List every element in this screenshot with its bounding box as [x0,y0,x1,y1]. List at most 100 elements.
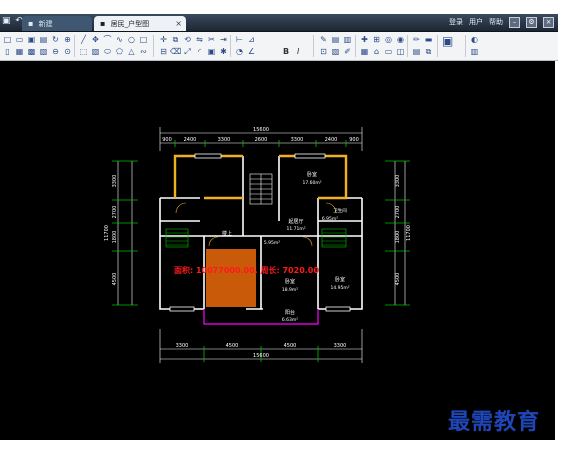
print-icon[interactable]: ▤ [38,34,49,45]
tab-drawing[interactable]: ▪ 居民_户型图_2007.dwg × [94,16,186,43]
zoom-in-icon[interactable]: ⊕ [62,34,73,45]
ellipse-icon[interactable]: ⬭ [102,46,113,57]
help-link[interactable]: 帮助 [489,17,503,28]
layers-icon[interactable]: ▦ [14,46,25,57]
edit-icon[interactable]: ✏ [411,34,422,45]
fillet-icon[interactable]: ◜ [194,46,205,57]
highlighted-walls [173,154,348,200]
measure-icon[interactable]: ⊡ [318,46,329,57]
room-label-bedroom-top: 卧室 [307,171,317,178]
view-tools[interactable]: ✚ ⊞ ◎ ◉ ▦ ⌂ ▭ ◫ [359,34,406,57]
room-area-bedroom-right: 14.95m² [330,285,349,291]
view-icon[interactable]: ◉ [395,34,406,45]
separator [355,35,356,57]
angle-dim-icon[interactable]: ∠ [246,46,257,57]
minimize-icon[interactable]: – [509,17,520,28]
image-icon[interactable]: ▩ [26,46,37,57]
block-icon[interactable]: ▣ [206,46,217,57]
compare-icon[interactable]: ⧉ [423,46,434,57]
copy-icon[interactable]: ⧉ [170,34,181,45]
modify-tools[interactable]: ✛ ⧉ ⟲ ⇋ ✂ ⇥ ⊟ ⌫ ⤢ ◜ ▣ ✱ [158,34,229,57]
trim-icon[interactable]: ✂ [206,34,217,45]
print-preview-icon[interactable]: ▣ [442,35,453,47]
polygon-icon[interactable]: ⬠ [114,46,125,57]
dimension-tools[interactable]: ⊢ ⊿ ◔ ∠ [234,34,257,57]
login-link[interactable]: 登录 [449,17,463,28]
room-label-living: 起居厅 [288,219,303,225]
mirror-icon[interactable]: ⇋ [194,34,205,45]
orbit-icon[interactable]: ◎ [383,34,394,45]
crosshair-icon[interactable]: ✚ [359,34,370,45]
dim-bottom-1: 3300 [176,343,189,349]
polyline-icon[interactable]: ∿ [114,34,125,45]
triangle-icon[interactable]: △ [126,46,137,57]
aligned-dim-icon[interactable]: ⊿ [246,34,257,45]
image-export-icon[interactable]: ▬ [423,34,434,45]
paste-icon[interactable]: ▥ [342,34,353,45]
color-picker-icon[interactable]: ◐ [469,34,480,45]
extend-icon[interactable]: ⇥ [218,34,229,45]
export-icon[interactable]: ▧ [38,46,49,57]
refresh-icon[interactable]: ↻ [50,34,61,45]
snap-icon[interactable]: ⊞ [371,34,382,45]
stairs [249,173,273,205]
dim-bottom-4: 3300 [334,343,347,349]
grid-icon[interactable]: ▦ [359,46,370,57]
brush-icon[interactable]: ✐ [342,46,353,57]
circle-icon[interactable]: ○ [126,34,137,45]
move-icon[interactable]: ✛ [158,34,169,45]
house-icon[interactable]: ⌂ [371,46,382,57]
line-icon[interactable]: ╱ [78,34,89,45]
dim-top-3: 3300 [218,137,231,143]
save-icon[interactable]: ▣ [26,34,37,45]
room-label-balcony: 阳台 [285,309,295,316]
tab-new[interactable]: ▪ 新建 [22,16,92,31]
offset-icon[interactable]: ⊟ [158,46,169,57]
pdf-icon[interactable]: ▤ [411,46,422,57]
separator [230,35,231,57]
explode-icon[interactable]: ✱ [218,46,229,57]
bold-button[interactable]: B [283,47,289,56]
open-file-icon[interactable]: ▭ [14,34,25,45]
scale-icon[interactable]: ⤢ [182,46,193,57]
italic-button[interactable]: I [297,47,299,56]
pen-icon[interactable]: ✎ [318,34,329,45]
pan-icon[interactable]: ✥ [90,34,101,45]
user-link[interactable]: 用户 [469,17,483,28]
hatch-icon[interactable]: ▨ [90,46,101,57]
spline-icon[interactable]: ∾ [138,46,149,57]
dim-right-1: 3300 [395,175,401,188]
file-tools[interactable]: □ ▭ ▣ ▤ ↻ ⊕ ▯ ▦ ▩ ▧ ⊖ ⊙ [2,34,73,57]
output-tools[interactable]: ✏ ▬ ▤ ⧉ [411,34,434,57]
rectangle-icon[interactable]: □ [138,34,149,45]
clipboard-icon[interactable]: ▤ [330,34,341,45]
drawing-canvas[interactable]: 15600 900 2400 3300 2600 3300 2400 900 3… [0,61,555,440]
title-bar: ▣ ↶ ↷ ▪ 新建 ▪ 居民_户型图_2007.dwg × 登录 用户 帮助 … [0,14,558,43]
fill-icon[interactable]: ▥ [469,46,480,57]
doors [175,202,337,247]
zoom-out-icon[interactable]: ⊖ [50,46,61,57]
dim-left-2: 2700 [112,206,118,219]
layout-icon[interactable]: ▭ [383,46,394,57]
close-window-icon[interactable]: × [543,17,554,28]
settings-icon[interactable]: ⚙ [526,17,537,28]
edit-tools[interactable]: ✎ ▤ ▥ ⊡ ▧ ✐ [318,34,353,57]
select-icon[interactable]: ⬚ [78,46,89,57]
linear-dim-icon[interactable]: ⊢ [234,34,245,45]
app-menu-icon[interactable]: ▣ [2,16,12,26]
zoom-window-icon[interactable]: ⊙ [62,46,73,57]
color-tools[interactable]: ◐ ▥ [469,34,480,57]
radius-dim-icon[interactable]: ◔ [234,46,245,57]
close-tab-icon[interactable]: × [175,16,182,31]
area-icon[interactable]: ▧ [330,46,341,57]
arc-icon[interactable]: ⌒ [102,34,113,45]
rotate-icon[interactable]: ⟲ [182,34,193,45]
new-file-icon[interactable]: □ [2,34,13,45]
page-icon[interactable]: ▯ [2,46,13,57]
erase-icon[interactable]: ⌫ [170,46,181,57]
draw-tools[interactable]: ╱ ✥ ⌒ ∿ ○ □ ⬚ ▨ ⬭ ⬠ △ ∾ [78,34,149,57]
selected-room-fill[interactable] [206,249,256,307]
dim-top-7: 900 [349,137,359,143]
window-icon[interactable]: ◫ [395,46,406,57]
dim-right-4: 4500 [395,273,401,286]
